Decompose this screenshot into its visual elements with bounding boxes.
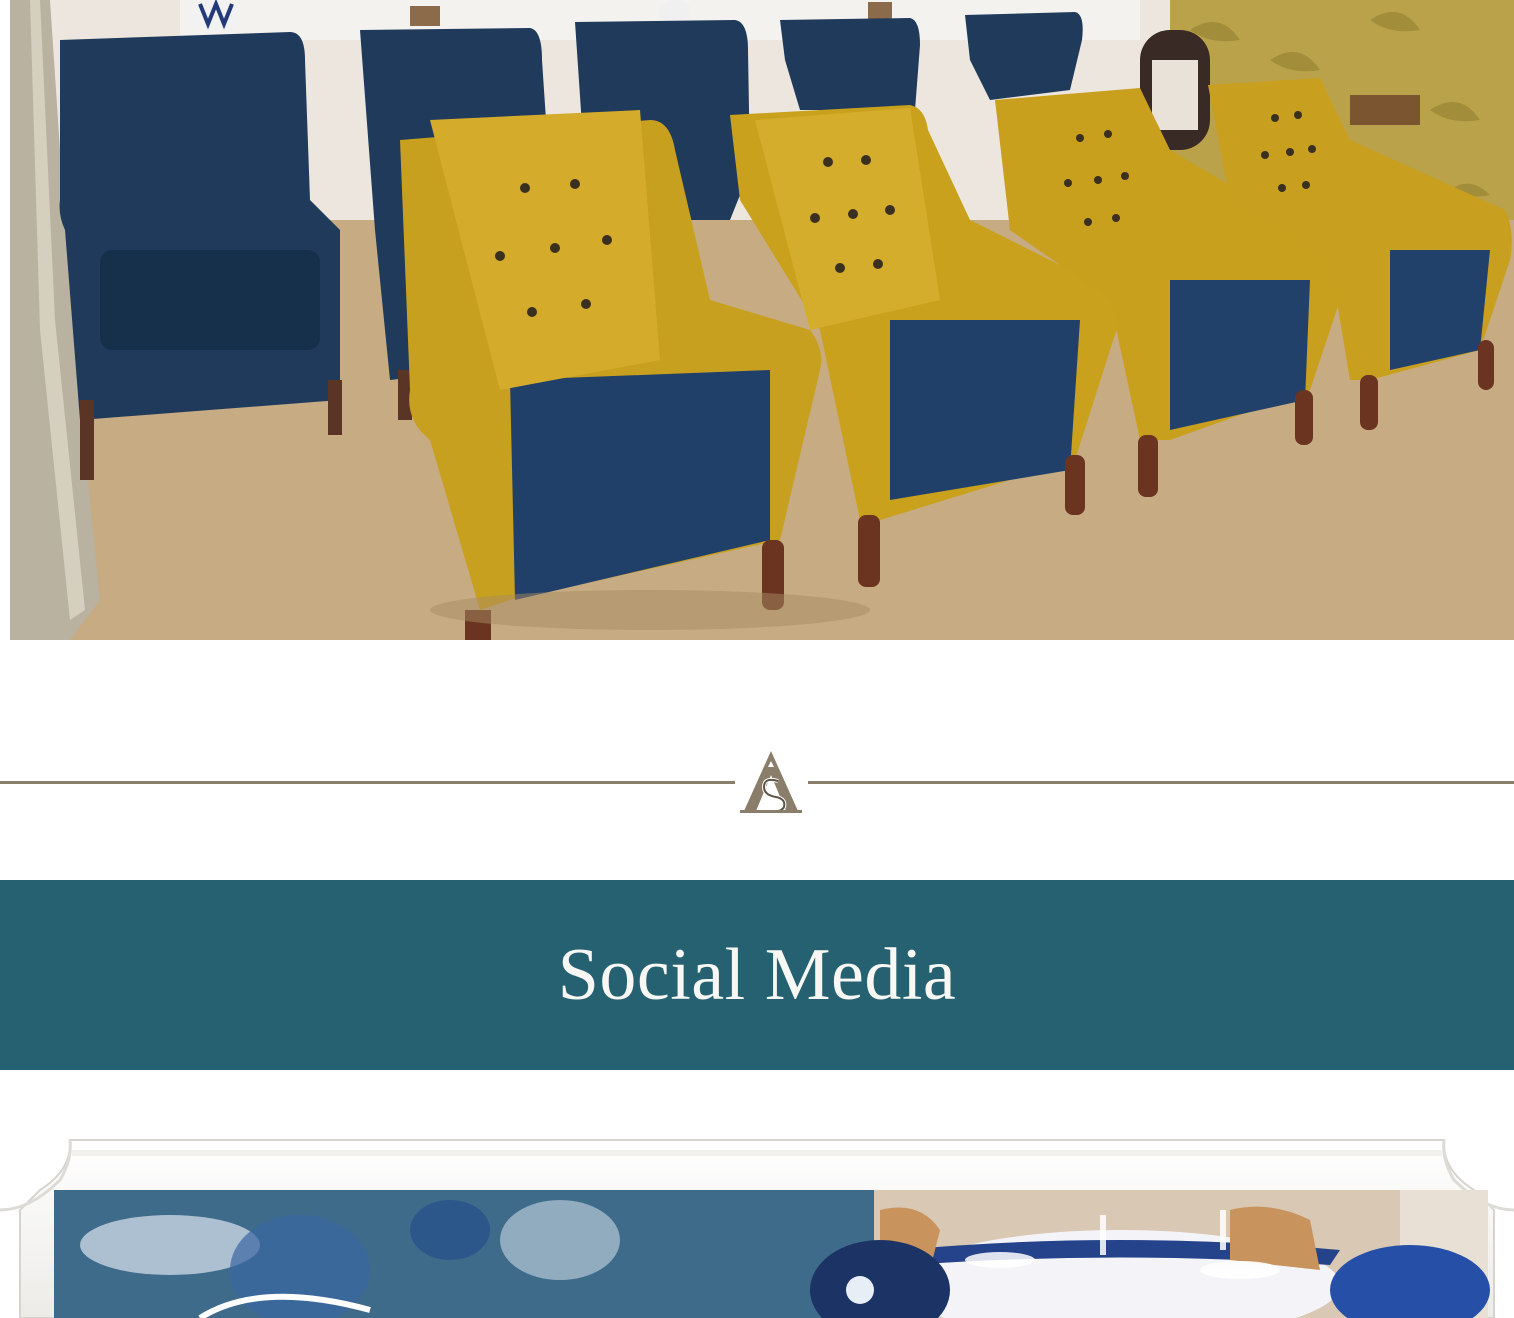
divider-line-left [0,781,735,784]
social-media-banner: Social Media [0,880,1514,1070]
ornamental-a-logo-icon [740,751,802,814]
social-feed-frame[interactable] [0,1120,1514,1318]
scalloped-frame-icon [0,1120,1514,1318]
section-heading: Social Media [557,933,957,1016]
armchairs-photo [10,0,1514,640]
hero-image [10,0,1514,640]
dining-room-photo [54,1190,1490,1318]
section-divider [0,745,1514,820]
divider-line-right [808,781,1514,784]
